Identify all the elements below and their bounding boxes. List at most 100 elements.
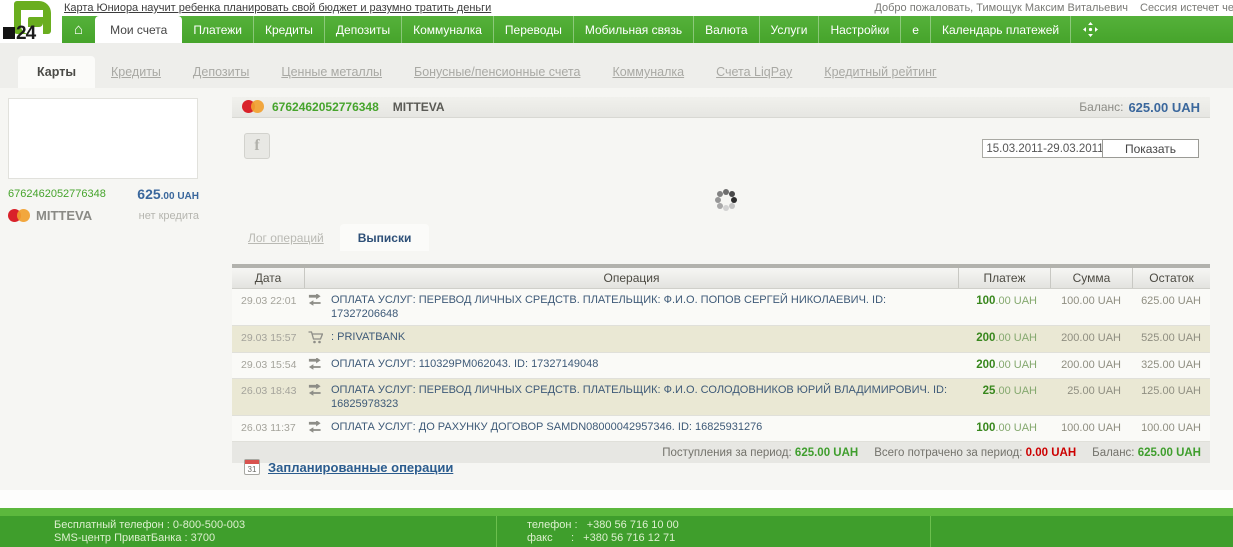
session-timer-text: Сессия истечет че	[1140, 2, 1233, 14]
operation-type-icon	[308, 330, 324, 348]
transaction-balance: 325.00 UAH	[1132, 353, 1210, 378]
card-name: MITTEVA	[393, 100, 445, 114]
nav-item-home[interactable]: ⌂	[62, 16, 95, 43]
card-preview-box[interactable]	[8, 98, 198, 179]
nav-item-payments[interactable]: Платежи	[182, 16, 253, 43]
transaction-date: 29.03 22:01	[232, 289, 304, 325]
table-row: 29.03 15:57 : PRIVATBANK 200.00 UAH 200.…	[232, 326, 1210, 353]
balance-value: 625.00 UAH	[1128, 100, 1200, 115]
transaction-balance: 100.00 UAH	[1132, 416, 1210, 441]
statements-table: Дата Операция Платеж Сумма Остаток 29.03…	[232, 264, 1210, 463]
column-header-balance: Остаток	[1132, 268, 1210, 288]
tab-credit-rating[interactable]: Кредитный рейтинг	[824, 65, 936, 79]
balance-label: Баланс:	[1079, 100, 1123, 114]
nav-item-e[interactable]: е	[900, 16, 930, 43]
operation-type-icon	[308, 293, 324, 310]
mastercard-icon	[8, 209, 30, 223]
operation-type-icon	[308, 357, 324, 374]
subtab-operations-log[interactable]: Лог операций	[232, 224, 340, 251]
transaction-amount: 25.00 UAH	[1050, 379, 1132, 415]
transaction-amount: 200.00 UAH	[1050, 326, 1132, 352]
tab-bonus-pension-accounts[interactable]: Бонусные/пенсионные счета	[414, 65, 580, 79]
summary-income: Поступления за период: 625.00 UAH	[662, 447, 858, 459]
transaction-date: 29.03 15:57	[232, 326, 304, 352]
table-row: 26.03 18:43 ОПЛАТА УСЛУГ: ПЕРЕВОД ЛИЧНЫХ…	[232, 379, 1210, 416]
tab-utilities[interactable]: Коммуналка	[612, 65, 684, 79]
statement-subtabs: Лог операций Выписки	[232, 224, 429, 251]
sidebar-card-name: MITTEVA	[8, 208, 92, 223]
period-range-input[interactable]	[982, 139, 1108, 158]
top-bar: Карта Юниора научит ребенка планировать …	[0, 0, 1233, 16]
bottom-band	[0, 490, 1233, 508]
privat24-logo[interactable]: 24	[3, 1, 59, 44]
transaction-balance: 125.00 UAH	[1132, 379, 1210, 415]
table-row: 26.03 11:37 ОПЛАТА УСЛУГ: ДО РАХУНКУ ДОГ…	[232, 416, 1210, 442]
summary-balance: Баланс: 625.00 UAH	[1092, 447, 1201, 459]
subtab-statements[interactable]: Выписки	[340, 224, 430, 251]
transaction-operation: ОПЛАТА УСЛУГ: ПЕРЕВОД ЛИЧНЫХ СРЕДСТВ. ПЛ…	[331, 293, 950, 321]
facebook-icon[interactable]: f	[244, 133, 270, 159]
transaction-operation: ОПЛАТА УСЛУГ: ДО РАХУНКУ ДОГОВОР SAMDN08…	[331, 420, 762, 434]
transaction-payment: 100.00 UAH	[958, 289, 1050, 325]
footer-right-section	[931, 516, 1233, 547]
logo-24-label: 24	[16, 23, 35, 45]
promo-link[interactable]: Карта Юниора научит ребенка планировать …	[64, 2, 491, 14]
tab-deposits[interactable]: Депозиты	[193, 65, 249, 79]
nav-item-settings[interactable]: Настройки	[818, 16, 900, 43]
transaction-date: 26.03 18:43	[232, 379, 304, 415]
transaction-payment: 200.00 UAH	[958, 326, 1050, 352]
nav-item-mobile[interactable]: Мобильная связь	[573, 16, 693, 43]
nav-item-services[interactable]: Услуги	[759, 16, 819, 43]
column-header-operation: Операция	[304, 268, 958, 288]
transaction-operation: ОПЛАТА УСЛУГ: ПЕРЕВОД ЛИЧНЫХ СРЕДСТВ. ПЛ…	[331, 383, 950, 411]
table-header: Дата Операция Платеж Сумма Остаток	[232, 268, 1210, 289]
transaction-balance: 525.00 UAH	[1132, 326, 1210, 352]
welcome-text: Добро пожаловать, Тимощук Максим Виталье…	[874, 2, 1128, 14]
card-number: 6762462052776348	[272, 100, 379, 114]
transaction-operation: : PRIVATBANK	[331, 330, 405, 344]
operation-type-icon	[308, 383, 324, 400]
tab-precious-metals[interactable]: Ценные металлы	[281, 65, 382, 79]
footer-light-strip	[0, 508, 1233, 516]
operation-type-icon	[308, 420, 324, 437]
column-header-date: Дата	[232, 268, 304, 288]
loading-spinner-icon	[723, 197, 729, 203]
tab-credits[interactable]: Кредиты	[111, 65, 161, 79]
tab-cards[interactable]: Карты	[18, 56, 95, 88]
sidebar-credit-note: нет кредита	[139, 210, 199, 222]
sidebar-card-number[interactable]: 6762462052776348	[8, 188, 106, 200]
transaction-balance: 625.00 UAH	[1132, 289, 1210, 325]
transaction-date: 26.03 11:37	[232, 416, 304, 441]
transaction-payment: 200.00 UAH	[958, 353, 1050, 378]
nav-item-deposits[interactable]: Депозиты	[324, 16, 401, 43]
nav-item-credits[interactable]: Кредиты	[253, 16, 324, 43]
transaction-operation: ОПЛАТА УСЛУГ: 110329PM062043. ID: 173271…	[331, 357, 598, 371]
sidebar-card-balance: 625.00 UAH	[137, 186, 199, 202]
transaction-amount: 100.00 UAH	[1050, 289, 1132, 325]
nav-item-currency[interactable]: Валюта	[693, 16, 758, 43]
move-crosshair-icon[interactable]	[1070, 16, 1110, 43]
planned-operations-link[interactable]: 31 Запланированные операции	[244, 459, 453, 475]
nav-item-utilities[interactable]: Коммуналка	[401, 16, 493, 43]
mastercard-icon	[242, 100, 264, 114]
footer: Бесплатный телефон : 0-800-500-003 SMS-ц…	[0, 508, 1233, 547]
transaction-payment: 100.00 UAH	[958, 416, 1050, 441]
main-nav: ⌂ Мои счета Платежи Кредиты Депозиты Ком…	[62, 16, 1233, 43]
transaction-date: 29.03 15:54	[232, 353, 304, 378]
transaction-amount: 100.00 UAH	[1050, 416, 1132, 441]
tab-liqpay-accounts[interactable]: Счета LiqPay	[716, 65, 792, 79]
nav-item-payment-calendar[interactable]: Календарь платежей	[930, 16, 1070, 43]
column-header-payment: Платеж	[958, 268, 1050, 288]
home-icon: ⌂	[74, 21, 83, 38]
show-button[interactable]: Показать	[1102, 139, 1199, 158]
summary-spent: Всего потрачено за период: 0.00 UAH	[874, 447, 1076, 459]
nav-item-my-accounts[interactable]: Мои счета	[95, 16, 182, 43]
footer-contacts-left: Бесплатный телефон : 0-800-500-003 SMS-ц…	[0, 516, 497, 547]
footer-contacts-middle: телефон : +380 56 716 10 00 факс : +380 …	[497, 516, 931, 547]
calendar-icon: 31	[244, 459, 260, 475]
table-row: 29.03 22:01 ОПЛАТА УСЛУГ: ПЕРЕВОД ЛИЧНЫХ…	[232, 289, 1210, 326]
nav-item-transfers[interactable]: Переводы	[493, 16, 573, 43]
table-row: 29.03 15:54 ОПЛАТА УСЛУГ: 110329PM062043…	[232, 353, 1210, 379]
column-header-amount: Сумма	[1050, 268, 1132, 288]
card-info-panel: 6762462052776348 625.00 UAH MITTEVA нет …	[8, 186, 199, 229]
